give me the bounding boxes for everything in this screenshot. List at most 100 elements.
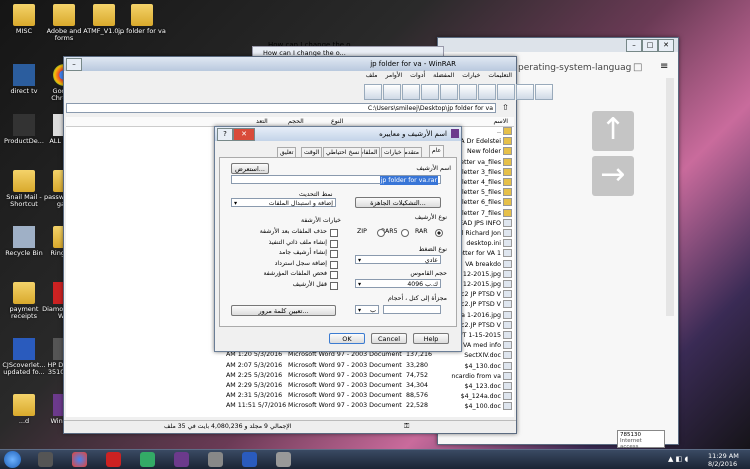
minimize-button[interactable]: –	[626, 39, 642, 52]
file-row[interactable]: SectXIV.doc	[464, 351, 512, 360]
col-date[interactable]: التعد	[256, 118, 268, 125]
menu-item[interactable]: المفضلة	[433, 72, 454, 82]
col-size[interactable]: الحجم	[288, 118, 304, 125]
file-row[interactable]: letter 5_files	[462, 188, 512, 197]
taskbar-app-icon[interactable]	[72, 452, 87, 467]
scrollbar[interactable]	[666, 78, 674, 316]
file-row[interactable]: New folder	[467, 147, 512, 156]
go-arrow-icon[interactable]: →	[592, 156, 634, 196]
toolbar-button-icon[interactable]	[478, 84, 496, 100]
file-row[interactable]: etter for VA 1	[459, 249, 512, 258]
start-button[interactable]	[4, 451, 21, 468]
taskbar-app-icon[interactable]	[208, 452, 223, 467]
col-type[interactable]: النوع	[331, 118, 343, 125]
close-button[interactable]: ✕	[658, 39, 674, 52]
file-row[interactable]: va 1-2016.jpg	[457, 310, 512, 319]
dict-select[interactable]: 4096 ك.ب ▾	[355, 279, 441, 288]
menu-item[interactable]: التعليمات	[488, 72, 512, 82]
tray-icons[interactable]: ▲ ◧ ◖	[668, 455, 688, 463]
file-date: AM 2:07 5/3/2016	[226, 361, 283, 369]
file-date: AM 2:25 5/3/2016	[226, 371, 283, 379]
desktop-icon[interactable]: jp folder for va	[118, 4, 166, 35]
format-radio[interactable]	[377, 229, 385, 237]
file-row[interactable]: letter 6_files	[462, 198, 512, 207]
path-field[interactable]: C:\Users\smileej\Desktop\jp folder for v…	[66, 103, 496, 113]
col-name[interactable]: الاسم	[493, 118, 508, 125]
menu-item[interactable]: خيارات	[462, 72, 480, 82]
menu-item[interactable]: أدوات	[410, 72, 425, 82]
taskbar-app-icon[interactable]	[276, 452, 291, 467]
recycle-bin-icon	[13, 226, 35, 248]
time[interactable]: 11:29 AM	[708, 452, 739, 460]
scroll-up-arrow-icon[interactable]: ↑	[592, 111, 634, 151]
option-label: إنشاء ملف ذاتي التنفيذ	[268, 238, 327, 246]
toolbox-icon	[13, 114, 35, 136]
toolbar-button-icon[interactable]	[440, 84, 458, 100]
file-row[interactable]: $4_123.doc	[464, 382, 512, 390]
taskbar-app-icon[interactable]	[140, 452, 155, 467]
toolbar-button-icon[interactable]	[364, 84, 382, 100]
option-checkbox[interactable]	[330, 229, 338, 237]
profiles-button[interactable]: التشكيلات الجاهزة...	[355, 197, 441, 208]
toolbar-button-icon[interactable]	[402, 84, 420, 100]
maximize-button[interactable]: □	[642, 39, 658, 52]
file-row[interactable]: letter 7_files	[462, 208, 512, 217]
update-select[interactable]: إضافة و استبدال الملفات ▾	[231, 198, 336, 207]
menu-item[interactable]: ملف	[366, 72, 378, 82]
file-row[interactable]: VA breakdo	[465, 259, 512, 268]
ok-button[interactable]: OK	[329, 333, 365, 344]
file-row[interactable]: d 12-2015.jpg	[457, 280, 512, 288]
file-row[interactable]: $4_124a.doc	[461, 392, 512, 401]
option-checkbox[interactable]	[330, 260, 338, 269]
archive-name-field[interactable]: jp folder for va.rar	[231, 175, 441, 185]
help-icon[interactable]: ?	[217, 128, 233, 141]
file-row[interactable]: d 12-2015.jpg	[457, 269, 512, 278]
password-button[interactable]: تعيين كلمة مرور...	[231, 305, 336, 316]
split-size-field[interactable]	[383, 305, 441, 314]
file-row[interactable]: $4_130.doc	[465, 361, 512, 370]
toolbar-button-icon[interactable]	[535, 84, 553, 100]
file-name: $4_123.doc	[464, 383, 502, 390]
menu-item[interactable]: الأوامر	[385, 72, 402, 82]
file-row[interactable]: letter 4_files	[462, 178, 512, 186]
bookmark-icon[interactable]: □	[633, 62, 642, 73]
menu-icon[interactable]: ≡	[660, 61, 668, 72]
toolbar-button-icon[interactable]	[497, 84, 515, 100]
toolbar-button-icon[interactable]	[516, 84, 534, 100]
option-label: إضافة سجل استرداد	[274, 259, 327, 267]
toolbar-button-icon[interactable]	[459, 84, 477, 100]
help-button[interactable]: Help	[413, 333, 449, 344]
option-checkbox[interactable]	[330, 239, 338, 248]
taskbar-app-icon[interactable]	[174, 452, 189, 467]
file-row[interactable]: ncardio from va	[451, 371, 512, 380]
up-folder-icon[interactable]: ⇧	[502, 103, 509, 112]
date[interactable]: 8/2/2016	[708, 460, 737, 468]
file-row[interactable]: bul Richard Jon	[454, 229, 512, 237]
minimize-button[interactable]: –	[66, 58, 82, 71]
folder-icon	[503, 188, 512, 197]
file-row[interactable]: Letter va_files	[457, 157, 512, 166]
file-row[interactable]: desktop.ini	[466, 239, 512, 248]
format-radio[interactable]	[401, 229, 409, 237]
cancel-button[interactable]: Cancel	[371, 333, 407, 344]
close-button[interactable]: ✕	[233, 128, 255, 141]
desktop-icon-label: payment receipts	[9, 305, 39, 320]
toolbar-button-icon[interactable]	[421, 84, 439, 100]
toolbar-button-icon[interactable]	[383, 84, 401, 100]
format-radio[interactable]	[435, 229, 443, 237]
file-row[interactable]: $4_100.doc	[465, 402, 512, 411]
browse-button[interactable]: استعرض...	[231, 163, 269, 174]
file-row[interactable]: READ JPS INFO	[455, 218, 512, 227]
taskbar-app-icon[interactable]	[38, 452, 53, 467]
option-checkbox[interactable]	[330, 271, 338, 279]
file-row[interactable]: VA med info	[463, 341, 512, 350]
file-row[interactable]: letter 3_files	[462, 167, 512, 176]
option-checkbox[interactable]	[330, 250, 338, 258]
file-row[interactable]: ..	[497, 127, 512, 135]
file-type: Microsoft Word 97 - 2003 Document	[288, 392, 402, 400]
split-unit-select[interactable]: ب ▾	[355, 305, 379, 314]
taskbar-app-icon[interactable]	[242, 452, 257, 467]
option-checkbox[interactable]	[330, 281, 338, 290]
compression-select[interactable]: عادي ▾	[355, 255, 441, 264]
taskbar-app-icon[interactable]	[106, 452, 121, 467]
